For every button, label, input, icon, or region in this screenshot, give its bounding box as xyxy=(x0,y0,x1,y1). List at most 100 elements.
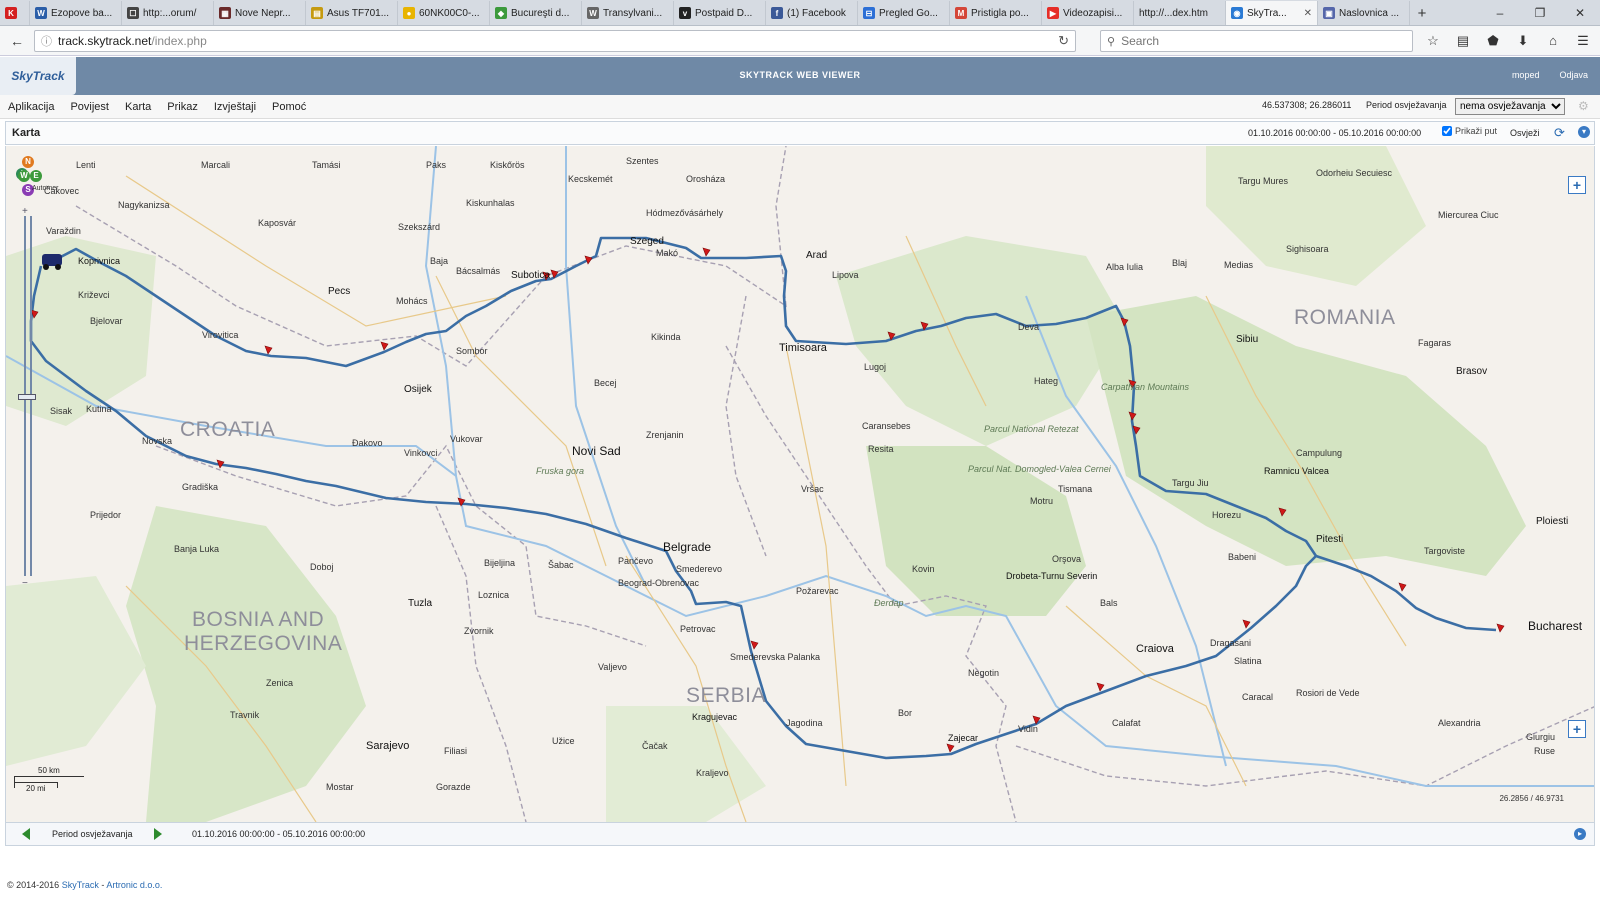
logout-link[interactable]: Odjava xyxy=(1559,70,1588,80)
stop-marker-icon[interactable] xyxy=(1496,623,1505,633)
hamburger-menu-icon[interactable]: ☰ xyxy=(1570,29,1596,53)
stop-marker-icon[interactable] xyxy=(750,640,759,650)
browser-tab[interactable]: http://...dex.htm xyxy=(1134,1,1226,25)
stop-marker-icon[interactable] xyxy=(380,341,389,351)
menu-povijest[interactable]: Povijest xyxy=(62,101,117,113)
stop-marker-icon[interactable] xyxy=(702,247,711,257)
youtube-icon: ▶ xyxy=(1047,7,1059,19)
stop-marker-icon[interactable] xyxy=(1398,582,1407,592)
stop-marker-icon[interactable] xyxy=(1242,619,1251,629)
close-tab-icon[interactable]: ✕ xyxy=(1304,8,1312,19)
user-link[interactable]: moped xyxy=(1512,70,1540,80)
gear-icon[interactable]: ⚙ xyxy=(1578,99,1589,113)
town-label: Novska xyxy=(142,436,173,446)
town-label: Marcali xyxy=(201,160,231,170)
town-label: Tismana xyxy=(1058,484,1093,494)
browser-tab[interactable]: M Pristigla po... xyxy=(950,1,1042,25)
menu-pomoc[interactable]: Pomoć xyxy=(264,101,314,113)
reload-icon[interactable]: ↻ xyxy=(1058,33,1069,49)
next-period-icon[interactable] xyxy=(154,828,162,840)
zoom-slider-handle[interactable] xyxy=(18,394,36,400)
bulb-icon: ● xyxy=(403,7,415,19)
browser-tab[interactable]: ☐ http:...orum/ xyxy=(122,1,214,25)
browser-tab[interactable]: ▦ Nove Nepr... xyxy=(214,1,306,25)
browser-tab[interactable]: v Postpaid D... xyxy=(674,1,766,25)
previous-period-icon[interactable] xyxy=(22,828,30,840)
browser-tab[interactable]: ⊟ Pregled Go... xyxy=(858,1,950,25)
town-label: Makó xyxy=(656,248,679,258)
pocket-icon[interactable]: ⬟ xyxy=(1480,29,1506,53)
region-label: Carpathian Mountains xyxy=(1101,382,1190,392)
compass-east-icon[interactable]: E xyxy=(30,170,42,182)
browser-tab[interactable]: ● 60NK00C0-... xyxy=(398,1,490,25)
minimize-icon[interactable]: – xyxy=(1480,0,1520,26)
browser-tab[interactable]: ◆ Bucureşti d... xyxy=(490,1,582,25)
browser-tab[interactable]: W Transylvani... xyxy=(582,1,674,25)
zoom-out-icon[interactable]: − xyxy=(22,578,28,589)
town-label: Lenti xyxy=(76,160,96,170)
stop-marker-icon[interactable] xyxy=(946,743,955,753)
menu-aplikacija[interactable]: Aplikacija xyxy=(0,101,62,113)
refresh-period-select[interactable]: nema osvježavanja xyxy=(1455,98,1565,115)
close-window-icon[interactable]: ✕ xyxy=(1560,0,1600,26)
menu-karta[interactable]: Karta xyxy=(117,101,159,113)
city-label: Osijek xyxy=(404,384,432,395)
map-view[interactable]: CROATIA ROMANIA BOSNIA AND HERZEGOVINA S… xyxy=(5,146,1595,822)
refresh-icon[interactable]: ⟳ xyxy=(1554,125,1565,141)
town-label: Campulung xyxy=(1296,448,1343,458)
chevron-right-icon[interactable]: ▸ xyxy=(1574,828,1586,840)
search-input[interactable] xyxy=(1121,34,1392,48)
overview-map-plus-icon[interactable]: + xyxy=(1568,720,1586,738)
region-label: Fruska gora xyxy=(536,466,585,476)
browser-tab[interactable]: f (1) Facebook xyxy=(766,1,858,25)
city-label: Koprivnica xyxy=(78,256,121,266)
news-icon: ▣ xyxy=(1323,7,1335,19)
browser-tab[interactable]: W Ezopove ba... xyxy=(30,1,122,25)
show-path-checkbox[interactable]: Prikaži put xyxy=(1442,126,1497,136)
browser-tab[interactable]: ▶ Videozapisi... xyxy=(1042,1,1134,25)
layer-switcher-plus-icon[interactable]: + xyxy=(1568,176,1586,194)
browser-tab[interactable]: ▣ Naslovnica ... xyxy=(1318,1,1410,25)
town-label: Sisak xyxy=(50,406,73,416)
home-icon[interactable]: ⌂ xyxy=(1540,29,1566,53)
back-arrow-icon[interactable]: ← xyxy=(4,28,30,54)
town-label: Petrovac xyxy=(680,624,716,634)
town-label: Targu Mures xyxy=(1238,176,1289,186)
new-tab-button[interactable]: + xyxy=(1410,1,1434,25)
town-label: Targu Jiu xyxy=(1172,478,1209,488)
browser-tab-active[interactable]: ◉ SkyTra... ✕ xyxy=(1226,1,1318,25)
stop-marker-icon[interactable] xyxy=(1096,682,1105,692)
compass-west-icon[interactable]: W xyxy=(18,170,30,182)
menu-prikaz[interactable]: Prikaz xyxy=(159,101,206,113)
menu-izvjestaji[interactable]: Izvještaji xyxy=(206,101,264,113)
period-bar: Period osvježavanja 01.10.2016 00:00:00 … xyxy=(5,822,1595,846)
chevron-down-icon[interactable]: ▾ xyxy=(1578,126,1590,138)
refresh-button[interactable]: Osvježi xyxy=(1510,128,1540,138)
town-label: Vršac xyxy=(801,484,824,494)
maximize-icon[interactable]: ❐ xyxy=(1520,0,1560,26)
reading-list-icon[interactable]: ▤ xyxy=(1450,29,1476,53)
address-bar[interactable]: ⓘ track.skytrack.net/index.php ↻ xyxy=(34,30,1076,52)
download-icon[interactable]: ⬇ xyxy=(1510,29,1536,53)
browser-tab[interactable]: ▤ Asus TF701... xyxy=(306,1,398,25)
search-box[interactable]: ⚲ xyxy=(1100,30,1413,52)
show-path-input[interactable] xyxy=(1442,126,1452,136)
town-label: Orosháza xyxy=(686,174,726,184)
city-label: Szeged xyxy=(630,236,664,247)
stop-marker-icon[interactable] xyxy=(264,345,273,355)
town-label: Kraljevo xyxy=(696,768,729,778)
bookmark-star-icon[interactable]: ☆ xyxy=(1420,29,1446,53)
footer-brand-link[interactable]: SkyTrack xyxy=(62,880,99,890)
browser-tab[interactable]: K xyxy=(0,1,30,25)
city-label: Novi Sad xyxy=(572,444,621,458)
town-label: Travnik xyxy=(230,710,260,720)
city-label: Sibiu xyxy=(1236,334,1259,345)
town-label: Alexandria xyxy=(1438,718,1481,728)
footer-company-link[interactable]: Artronic d.o.o. xyxy=(106,880,162,890)
app-header: SkyTrack SKYTRACK WEB VIEWER moped Odjav… xyxy=(0,57,1600,95)
region-label: Parcul National Retezat xyxy=(984,424,1079,434)
city-label: Sarajevo xyxy=(366,740,410,752)
compass-north-icon[interactable]: N xyxy=(22,156,34,168)
city-label: Tuzla xyxy=(408,598,433,609)
town-label: Banja Luka xyxy=(174,544,220,554)
